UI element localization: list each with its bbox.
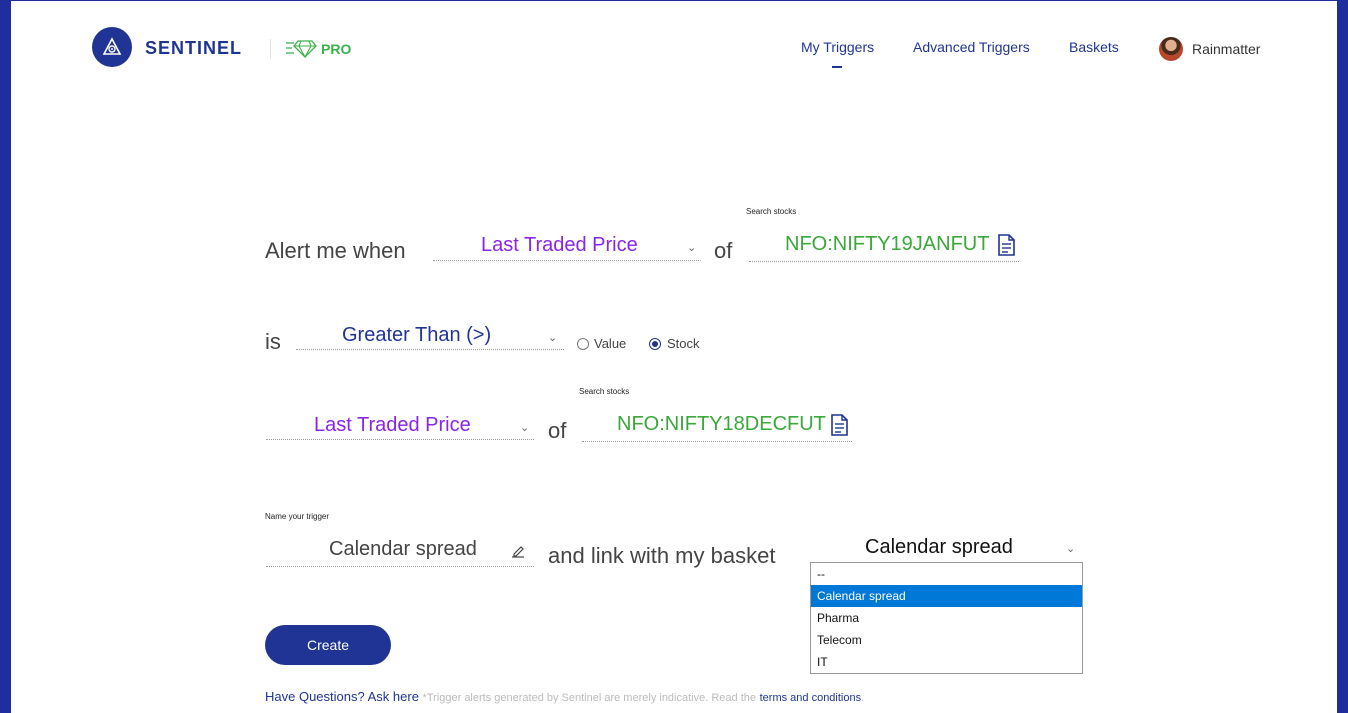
condition-select[interactable]: Greater Than (>) (342, 324, 491, 347)
search-stocks-label-2: Search stocks (579, 387, 630, 396)
pro-badge: PRO (321, 41, 352, 57)
document-icon[interactable] (830, 414, 848, 441)
basket-option[interactable]: Pharma (811, 607, 1082, 629)
create-button[interactable]: Create (265, 625, 391, 665)
avatar[interactable] (1159, 37, 1183, 61)
disclaimer-text: *Trigger alerts generated by Sentinel ar… (422, 692, 756, 704)
chevron-down-icon[interactable]: ⌄ (687, 241, 696, 254)
stock-input-2-underline (582, 441, 852, 442)
basket-option[interactable]: Telecom (811, 629, 1082, 651)
chevron-down-icon[interactable]: ⌄ (548, 331, 557, 344)
nav-my-triggers[interactable]: My Triggers (801, 39, 874, 55)
value-radio[interactable] (577, 338, 589, 350)
stock-input-2[interactable]: NFO:NIFTY18DECFUT (617, 413, 826, 436)
basket-option[interactable]: Calendar spread (811, 585, 1082, 607)
header-divider (270, 39, 271, 59)
basket-select[interactable]: Calendar spread (865, 536, 1013, 559)
trigger-name-underline (266, 566, 534, 567)
condition-select-underline (296, 349, 564, 350)
is-text: is (265, 329, 281, 354)
link-basket-text: and link with my basket (548, 543, 776, 568)
stock-radio[interactable] (649, 338, 661, 350)
diamond-icon (286, 39, 318, 64)
page: SENTINEL PRO My Triggers Advanced Trigge… (11, 1, 1337, 713)
attribute-select-1[interactable]: Last Traded Price (481, 234, 638, 257)
chevron-down-icon[interactable]: ⌄ (1066, 542, 1075, 555)
brand-name[interactable]: SENTINEL (145, 38, 242, 59)
sentinel-logo-icon[interactable] (92, 27, 132, 67)
stock-input-1-underline (749, 261, 1019, 262)
attribute-select-2[interactable]: Last Traded Price (314, 414, 471, 437)
attribute-select-1-underline (433, 260, 701, 261)
nav-baskets[interactable]: Baskets (1069, 39, 1119, 55)
of-text-2: of (548, 418, 567, 443)
value-radio-label[interactable]: Value (594, 336, 626, 351)
document-icon[interactable] (997, 234, 1015, 261)
terms-link[interactable]: terms and conditions (760, 692, 862, 704)
trigger-name-input[interactable]: Calendar spread (329, 538, 477, 561)
basket-option[interactable]: IT (811, 651, 1082, 673)
ask-questions-link[interactable]: Have Questions? Ask here (265, 689, 419, 704)
basket-dropdown-list: -- Calendar spread Pharma Telecom IT (810, 562, 1083, 674)
stock-input-1[interactable]: NFO:NIFTY19JANFUT (785, 233, 989, 256)
nav-advanced-triggers[interactable]: Advanced Triggers (913, 39, 1030, 55)
chevron-down-icon[interactable]: ⌄ (520, 421, 529, 434)
basket-option[interactable]: -- (811, 563, 1082, 585)
active-nav-indicator (832, 66, 842, 68)
user-name[interactable]: Rainmatter (1192, 41, 1260, 57)
search-stocks-label-1: Search stocks (746, 207, 797, 216)
pencil-icon[interactable] (511, 544, 525, 563)
attribute-select-2-underline (266, 439, 534, 440)
alert-prefix-text: Alert me when (265, 238, 406, 263)
footer-period: . (861, 692, 865, 704)
footer: Have Questions? Ask here *Trigger alerts… (265, 689, 864, 704)
trigger-name-label: Name your trigger (265, 512, 330, 521)
of-text-1: of (714, 238, 733, 263)
stock-radio-label[interactable]: Stock (667, 336, 700, 351)
